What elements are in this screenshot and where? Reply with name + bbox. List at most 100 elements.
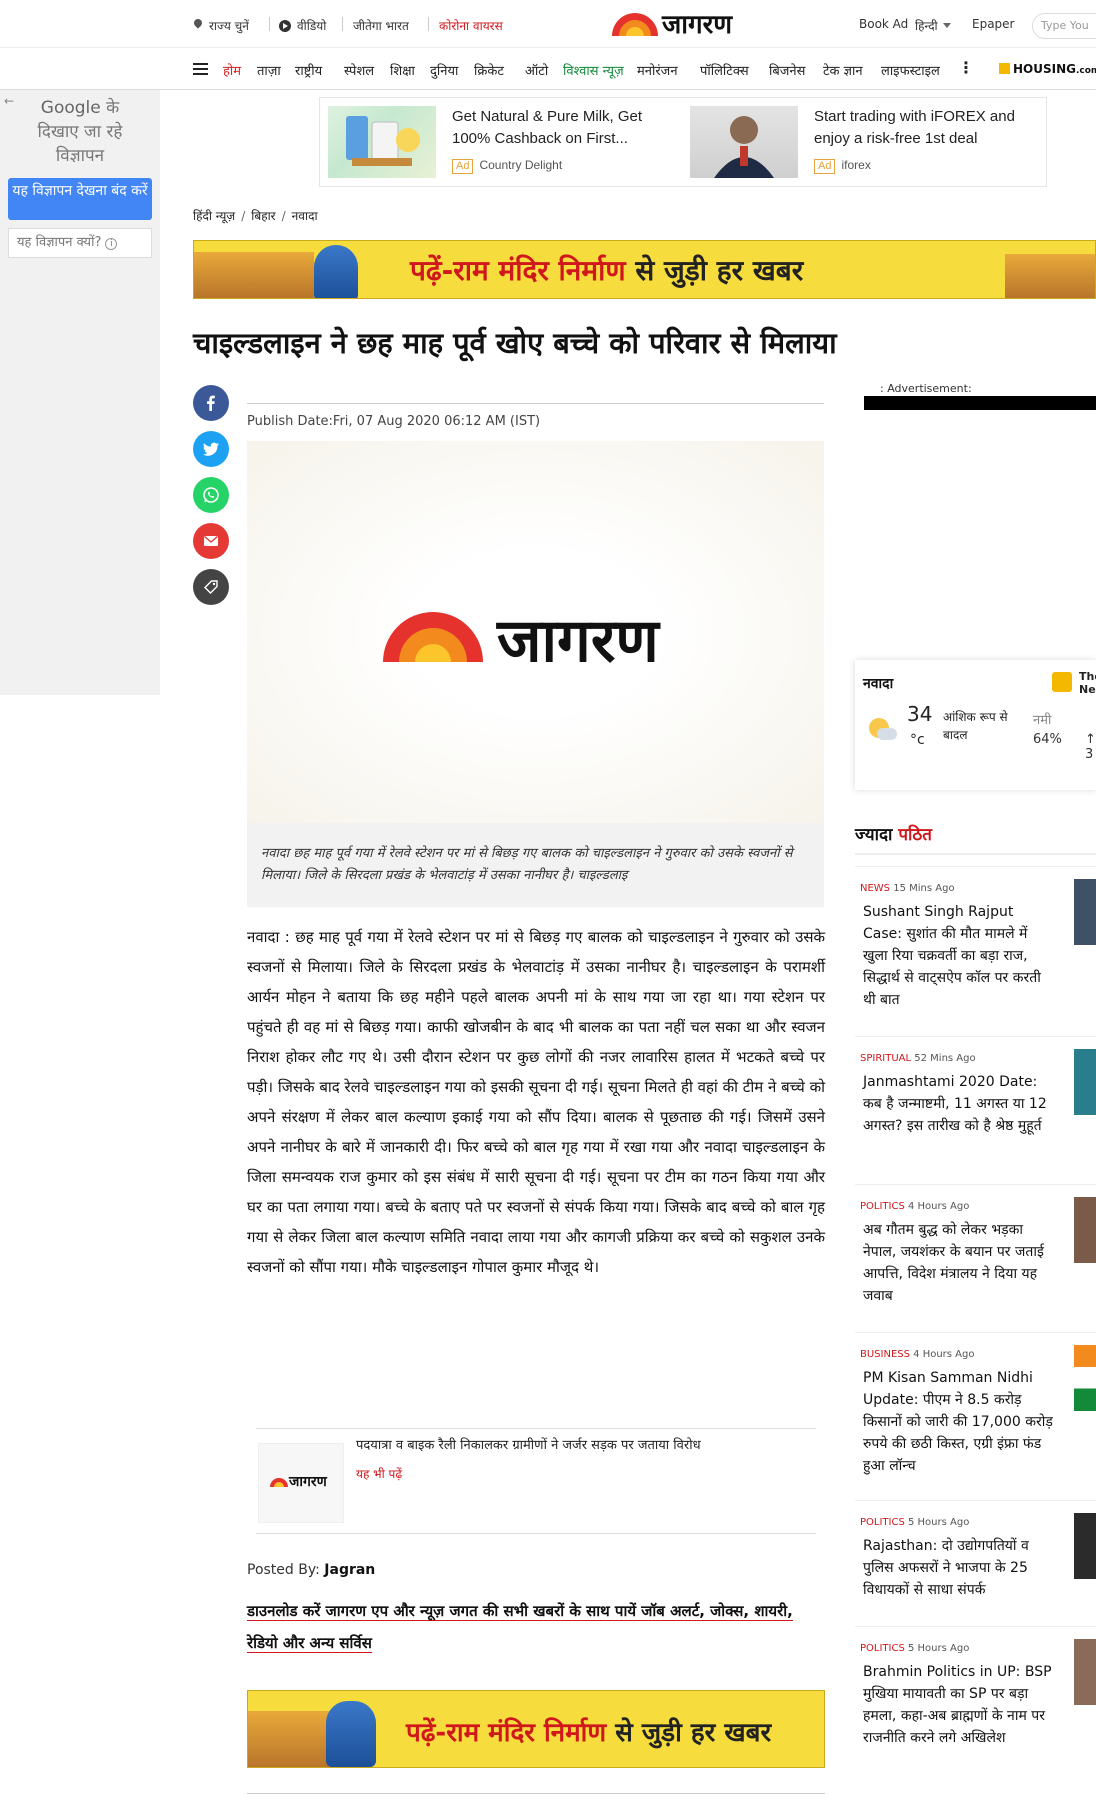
breadcrumb-item[interactable]: नवादा (292, 209, 318, 223)
state-select[interactable]: राज्य चुनें (193, 17, 249, 34)
trending-thumbnail (1074, 1639, 1096, 1705)
banner-text: पढ़ें-राम मंदिर निर्माण से जुड़ी हर खबर (406, 1713, 771, 1749)
google-label-suffix: के (100, 98, 120, 118)
ad-badge: Ad (452, 159, 474, 174)
jeetega-bharat-link[interactable]: जीतेगा भारत (353, 17, 409, 34)
trending-thumbnail (1074, 1345, 1096, 1411)
trending-title: Janmashtami 2020 Date: कब है जन्माष्टमी,… (863, 1074, 1047, 1134)
ads-by-google-text: Google के दिखाए जा रहे विज्ञापन (10, 96, 150, 168)
jagran-logo[interactable]: जागरण (610, 10, 760, 42)
whatsapp-icon (203, 487, 219, 503)
trending-category: NEWS (860, 883, 891, 894)
advertisement-slot[interactable] (864, 396, 1096, 410)
nav-item-tech[interactable]: टेक ज्ञान (823, 61, 863, 79)
article-body: नवादा : छह माह पूर्व गया में रेलवे स्टेश… (247, 928, 825, 1276)
divider (342, 17, 343, 31)
search-input[interactable]: Type You (1032, 13, 1096, 39)
posted-by-label: Posted By: (247, 1562, 325, 1578)
trending-thumbnail (1074, 1513, 1096, 1579)
nav-item-business[interactable]: बिजनेस (769, 61, 805, 79)
epaper-link[interactable]: Epaper (972, 17, 1015, 31)
housing-text: HOUSING (1013, 62, 1076, 76)
nav-item-vishvas-news[interactable]: विश्वास न्यूज़ (563, 61, 624, 79)
temperature-value: 34 (907, 702, 933, 726)
trending-time: 5 Hours Ago (904, 1643, 970, 1654)
trending-time: 52 Mins Ago (911, 1053, 976, 1064)
ad-meta: Ad Country Delight (452, 158, 562, 174)
more-menu-icon[interactable]: ⋮ (958, 58, 974, 77)
weather-condition: आंशिक रूप से बादल (943, 710, 1008, 742)
nav-item-national[interactable]: राष्ट्रीय (295, 61, 322, 79)
facebook-share-button[interactable] (193, 385, 229, 421)
divider (247, 1793, 825, 1794)
ram-mandir-banner[interactable]: पढ़ें-राम मंदिर निर्माण से जुड़ी हर खबर (247, 1690, 825, 1768)
breadcrumb-item[interactable]: हिंदी न्यूज़ (193, 209, 235, 223)
why-this-ad-button[interactable]: यह विज्ञापन क्यों? i (8, 228, 152, 258)
nav-item-cricket[interactable]: क्रिकेट (474, 61, 504, 79)
mail-icon (204, 535, 218, 546)
trending-category: BUSINESS (860, 1349, 910, 1360)
trending-time: 5 Hours Ago (904, 1517, 970, 1528)
trending-item[interactable]: POLITICS 4 Hours Ago अब गौतम बुद्ध को ले… (855, 1184, 1096, 1332)
ad-meta: Ad iforex (814, 158, 871, 174)
hamburger-menu-icon[interactable] (193, 63, 208, 75)
corona-link[interactable]: कोरोना वायरस (439, 17, 503, 34)
download-app-link[interactable]: डाउनलोड करें जागरण एप और न्यूज़ जगत की स… (247, 1595, 827, 1659)
trending-meta: POLITICS 5 Hours Ago (860, 1643, 969, 1654)
author-name[interactable]: Jagran (324, 1562, 375, 1578)
also-read-card[interactable]: जागरण पदयात्रा व बाइक रैली निकालकर ग्राम… (256, 1428, 816, 1534)
nav-item-auto[interactable]: ऑटो (525, 61, 548, 79)
trending-item[interactable]: NEWS 15 Mins Ago Sushant Singh Rajput Ca… (855, 866, 1096, 1014)
trending-item[interactable]: SPIRITUAL 52 Mins Ago Janmashtami 2020 D… (855, 1036, 1096, 1184)
also-read-label[interactable]: यह भी पढ़ें (356, 1465, 402, 1482)
nav-item-education[interactable]: शिक्षा (390, 61, 415, 79)
most-read-heading-part: ज्यादा (855, 825, 899, 845)
language-select[interactable]: हिन्दी (915, 17, 951, 34)
book-ad-link[interactable]: Book Ad (859, 17, 908, 31)
ad-card[interactable]: Start trading with iFOREX and enjoy a ri… (682, 98, 1042, 186)
publish-date: Publish Date:Fri, 07 Aug 2020 06:12 AM (… (247, 414, 541, 429)
housing-icon (999, 63, 1010, 74)
video-link[interactable]: वीडियो (279, 17, 326, 34)
nav-item-world[interactable]: दुनिया (430, 61, 458, 79)
breadcrumb-item[interactable]: बिहार (251, 209, 275, 223)
trending-item[interactable]: POLITICS 5 Hours Ago Rajasthan: दो उद्यो… (855, 1500, 1096, 1618)
housing-logo[interactable]: HOUSING.com (999, 62, 1096, 76)
ad-card[interactable]: Get Natural & Pure Milk, Get 100% Cashba… (320, 98, 680, 186)
banner-text-part: से जुड़ी हर खबर (606, 1718, 772, 1748)
stop-seeing-ad-button[interactable]: यह विज्ञापन देखना बंद करें (8, 178, 152, 220)
video-label: वीडियो (297, 19, 327, 33)
language-label: हिन्दी (915, 19, 938, 33)
whatsapp-share-button[interactable] (193, 477, 229, 513)
banner-text-part: पढ़ें- (410, 254, 454, 287)
logo-text: जागरण (497, 606, 659, 676)
posted-by: Posted By: Jagran (247, 1562, 375, 1578)
nav-item-politics[interactable]: पॉलिटिक्स (700, 61, 749, 79)
divider (428, 17, 429, 31)
nav-item-latest[interactable]: ताज़ा (257, 61, 281, 79)
tag-button[interactable] (193, 569, 229, 605)
trending-item[interactable]: BUSINESS 4 Hours Ago PM Kisan Samman Nid… (855, 1332, 1096, 1480)
lord-ram-illustration-icon (326, 1701, 376, 1767)
also-read-title[interactable]: पदयात्रा व बाइक रैली निकालकर ग्रामीणों न… (356, 1437, 806, 1455)
ram-mandir-banner[interactable]: पढ़ें-राम मंदिर निर्माण से जुड़ी हर खबर (193, 240, 1096, 299)
chevron-down-icon (942, 23, 951, 28)
nav-item-entertainment[interactable]: मनोरंजन (637, 61, 678, 79)
trending-category: SPIRITUAL (860, 1053, 912, 1064)
most-read-heading: ज्यादा पठित (855, 822, 932, 845)
ad-image (690, 106, 798, 178)
nav-item-lifestyle[interactable]: लाइफस्टाइल (881, 61, 940, 79)
temple-illustration-icon (194, 252, 314, 298)
trending-category: POLITICS (860, 1201, 905, 1212)
nav-item-home[interactable]: होम (223, 61, 241, 79)
trending-meta: SPIRITUAL 52 Mins Ago (860, 1053, 976, 1064)
email-share-button[interactable] (193, 523, 229, 559)
nav-item-special[interactable]: स्पेशल (344, 61, 374, 79)
trending-thumbnail (1074, 1197, 1096, 1263)
trending-title: Brahmin Politics in UP: BSP मुखिया मायाव… (863, 1664, 1052, 1746)
also-read-thumbnail: जागरण (258, 1443, 344, 1523)
trending-category: POLITICS (860, 1517, 905, 1528)
trending-item[interactable]: POLITICS 5 Hours Ago Brahmin Politics in… (855, 1626, 1096, 1776)
twitter-share-button[interactable] (193, 431, 229, 467)
advertisement-label: : Advertisement: (880, 382, 972, 395)
